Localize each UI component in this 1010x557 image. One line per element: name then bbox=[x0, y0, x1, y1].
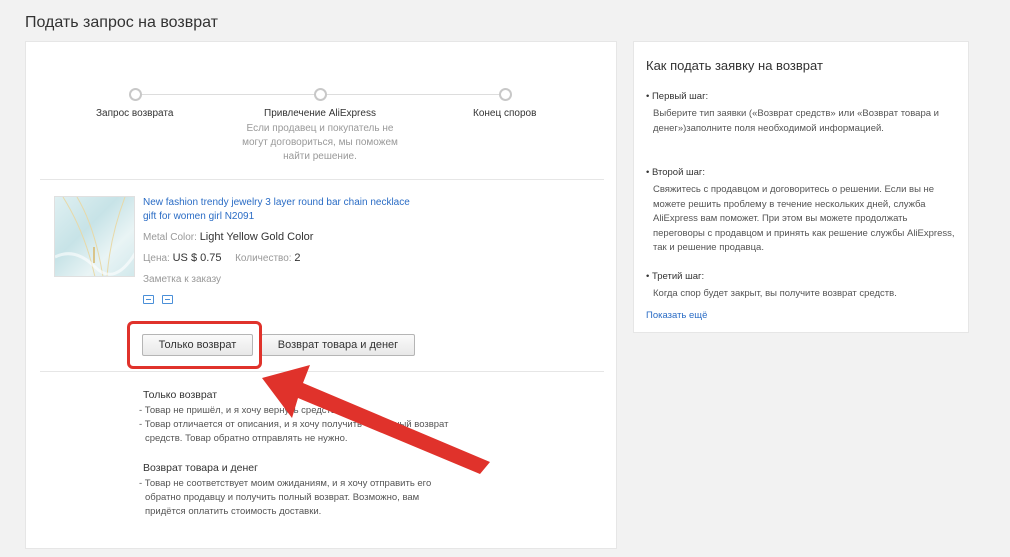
page-title: Подать запрос на возврат bbox=[25, 14, 219, 31]
info-line: - Товар отличается от описания, и я хочу… bbox=[139, 419, 449, 430]
info-line: - Товар не соответствует моим ожиданиям,… bbox=[139, 478, 432, 489]
show-more-link[interactable]: Показать ещё bbox=[646, 310, 707, 321]
info-line: - Товар не пришёл, и я хочу вернуть сред… bbox=[139, 405, 363, 416]
side-step-text-1: Выберите тип заявки («Возврат средств» и… bbox=[653, 108, 939, 134]
step-dot-2 bbox=[314, 88, 327, 101]
quantity-label: Количество: bbox=[235, 253, 292, 264]
refund-only-heading: Только возврат bbox=[143, 389, 218, 401]
shipping-icon[interactable] bbox=[143, 295, 154, 304]
product-price-row: Цена: US $ 0.75 Количество: 2 bbox=[143, 252, 300, 264]
step-label-1: Запрос возврата bbox=[96, 108, 174, 119]
info-line: средств. Товар обратно отправлять не нуж… bbox=[145, 433, 348, 444]
highlight-box bbox=[127, 321, 262, 369]
color-value: Light Yellow Gold Color bbox=[199, 231, 314, 243]
price-label: Цена: bbox=[143, 253, 170, 264]
info-line: придётся оплатить стоимость доставки. bbox=[145, 506, 322, 517]
step-desc-2: Если продавец и покупатель не могут дого… bbox=[242, 123, 398, 162]
necklace-image-icon bbox=[55, 197, 134, 276]
color-label: Metal Color: bbox=[143, 232, 197, 243]
step-label-3: Конец споров bbox=[473, 108, 537, 119]
side-step-text-3: Когда спор будет закрыт, вы получите воз… bbox=[653, 288, 897, 299]
refund-only-description: - Товар не пришёл, и я хочу вернуть сред… bbox=[139, 404, 499, 446]
product-thumbnail[interactable] bbox=[54, 196, 135, 277]
divider bbox=[40, 179, 604, 180]
side-step-text-2: Свяжитесь с продавцом и договоритесь о р… bbox=[653, 184, 955, 253]
price-value: US $ 0.75 bbox=[172, 252, 222, 264]
return-and-refund-button[interactable]: Возврат товара и денег bbox=[261, 334, 415, 356]
step-dot-1 bbox=[129, 88, 142, 101]
how-to-title: Как подать заявку на возврат bbox=[646, 58, 823, 73]
info-line: обратно продавцу и получить полный возвр… bbox=[145, 492, 420, 503]
side-step-label-3: • Третий шаг: bbox=[646, 271, 705, 282]
product-title-link[interactable]: New fashion trendy jewelry 3 layer round… bbox=[143, 196, 413, 224]
step-dot-3 bbox=[499, 88, 512, 101]
product-color-row: Metal Color: Light Yellow Gold Color bbox=[143, 231, 313, 243]
side-step-label-1: • Первый шаг: bbox=[646, 91, 709, 102]
step-label-2: Привлечение AliExpress bbox=[264, 108, 376, 119]
return-description: - Товар не соответствует моим ожиданиям,… bbox=[139, 477, 499, 519]
card-icon[interactable] bbox=[162, 295, 173, 304]
quantity-value: 2 bbox=[294, 252, 301, 264]
how-to-panel: Как подать заявку на возврат • Первый ша… bbox=[633, 41, 969, 333]
return-heading: Возврат товара и денег bbox=[143, 462, 258, 474]
refund-request-card: Запрос возврата Привлечение AliExpress Е… bbox=[25, 41, 617, 549]
order-note-label: Заметка к заказу bbox=[143, 274, 222, 285]
divider bbox=[40, 371, 604, 372]
side-step-label-2: • Второй шаг: bbox=[646, 167, 706, 178]
